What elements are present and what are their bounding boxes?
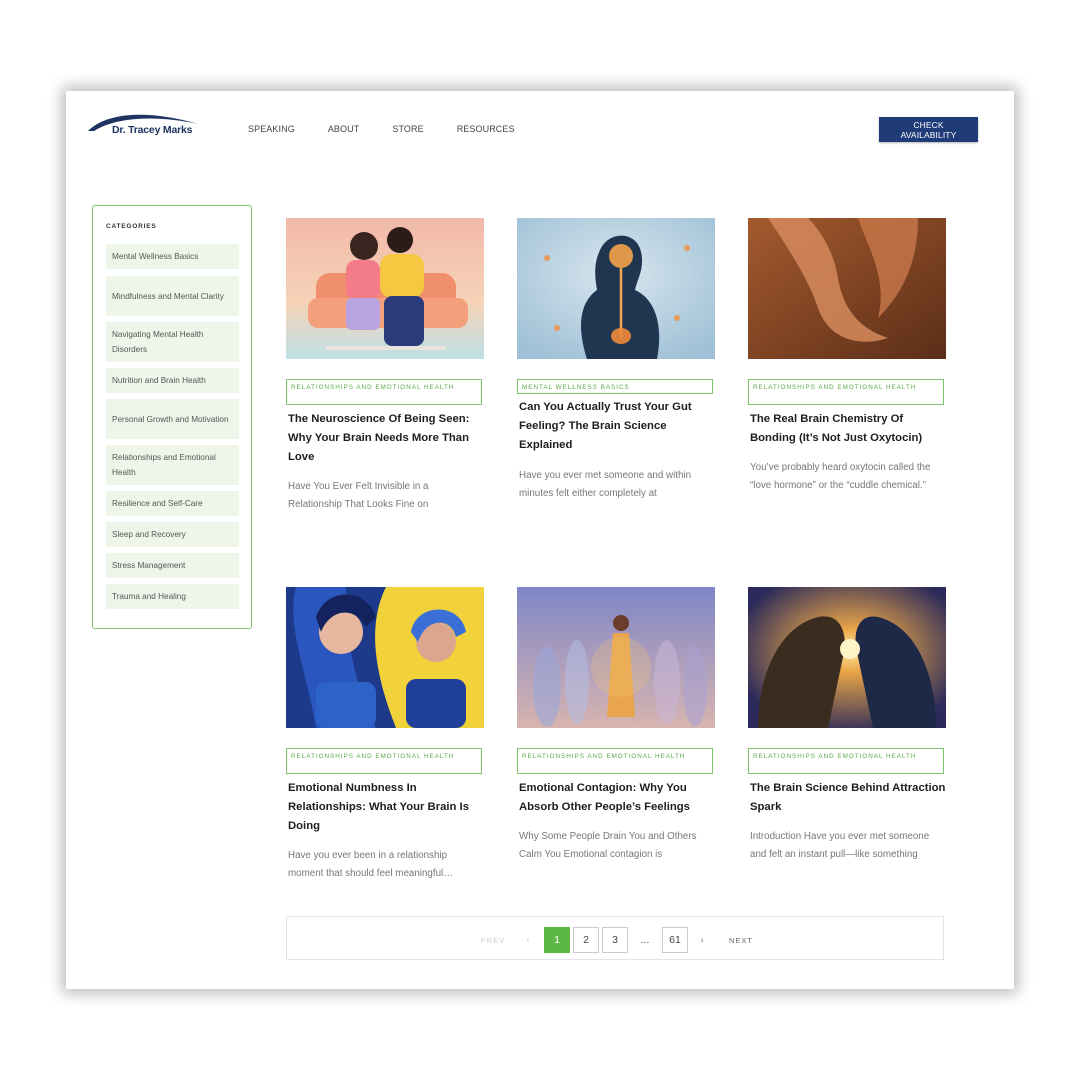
pagination: PREV ‹ 1 2 3 ... 61 › NEXT (286, 916, 944, 960)
post-title[interactable]: The Brain Science Behind Attraction Spar… (750, 779, 946, 817)
post-title[interactable]: Can You Actually Trust Your Gut Feeling?… (519, 398, 715, 455)
page-3-button[interactable]: 3 (602, 927, 628, 953)
pagination-prev[interactable]: PREV (473, 927, 513, 953)
main-nav: SPEAKING ABOUT STORE RESOURCES (248, 124, 548, 134)
post-image-numbness[interactable] (286, 587, 484, 728)
category-personal-growth[interactable]: Personal Growth and Motivation (106, 399, 239, 439)
post-excerpt: Have You Ever Felt Invisible in a Relati… (288, 481, 429, 510)
post-excerpt: Why Some People Drain You and Others Cal… (519, 831, 697, 860)
nav-resources[interactable]: RESOURCES (457, 124, 515, 134)
post-title[interactable]: The Neuroscience Of Being Seen: Why Your… (288, 410, 484, 467)
post-image-attraction[interactable] (748, 587, 946, 728)
post-excerpt: Introduction Have you ever met someone a… (750, 831, 930, 860)
post-category-tag[interactable]: RELATIONSHIPS AND EMOTIONAL HEALTH (748, 379, 944, 405)
post-excerpt: You’ve probably heard oxytocin called th… (750, 462, 931, 491)
category-resilience[interactable]: Resilience and Self-Care (106, 491, 239, 516)
page-2-button[interactable]: 2 (573, 927, 599, 953)
post-category-tag[interactable]: RELATIONSHIPS AND EMOTIONAL HEALTH (517, 748, 713, 774)
post-title[interactable]: Emotional Numbness In Relationships: Wha… (288, 779, 484, 836)
page-1-button[interactable]: 1 (544, 927, 570, 953)
category-trauma[interactable]: Trauma and Healing (106, 584, 239, 609)
nav-speaking[interactable]: SPEAKING (248, 124, 295, 134)
category-sleep[interactable]: Sleep and Recovery (106, 522, 239, 547)
category-stress[interactable]: Stress Management (106, 553, 239, 578)
post-image-couple[interactable] (286, 218, 484, 359)
pagination-ellipsis: ... (640, 934, 650, 946)
nav-store[interactable]: STORE (392, 124, 423, 134)
post-title[interactable]: Emotional Contagion: Why You Absorb Othe… (519, 779, 715, 817)
category-nutrition[interactable]: Nutrition and Brain Health (106, 368, 239, 393)
category-navigating-disorders[interactable]: Navigating Mental Health Disorders (106, 322, 239, 362)
page-frame: Dr. Tracey Marks SPEAKING ABOUT STORE RE… (66, 91, 1014, 989)
post-image-hands[interactable] (748, 218, 946, 359)
post-excerpt: Have you ever been in a relationship mom… (288, 850, 454, 879)
post-image-gut-brain[interactable] (517, 218, 715, 359)
category-relationships[interactable]: Relationships and Emotional Health (106, 445, 239, 485)
site-logo[interactable]: Dr. Tracey Marks (86, 107, 216, 143)
categories-sidebar: CATEGORIES Mental Wellness Basics Mindfu… (92, 205, 252, 629)
pagination-next[interactable]: NEXT (721, 927, 761, 953)
post-category-tag[interactable]: RELATIONSHIPS AND EMOTIONAL HEALTH (286, 748, 482, 774)
post-category-tag[interactable]: RELATIONSHIPS AND EMOTIONAL HEALTH (748, 748, 944, 774)
post-title[interactable]: The Real Brain Chemistry Of Bonding (It’… (750, 410, 946, 448)
post-excerpt: Have you ever met someone and within min… (519, 470, 692, 499)
logo-text: Dr. Tracey Marks (112, 124, 193, 136)
check-availability-button[interactable]: CHECK AVAILABILITY (879, 117, 978, 142)
post-category-tag[interactable]: RELATIONSHIPS AND EMOTIONAL HEALTH (286, 379, 482, 405)
chevron-left-icon[interactable]: ‹ (521, 927, 535, 953)
post-image-contagion[interactable] (517, 587, 715, 728)
nav-about[interactable]: ABOUT (328, 124, 360, 134)
post-category-tag[interactable]: MENTAL WELLNESS BASICS (517, 379, 713, 394)
sidebar-heading: CATEGORIES (106, 223, 157, 230)
chevron-right-icon[interactable]: › (695, 927, 709, 953)
category-mindfulness[interactable]: Mindfulness and Mental Clarity (106, 276, 239, 316)
category-mental-wellness-basics[interactable]: Mental Wellness Basics (106, 244, 239, 269)
page-last-button[interactable]: 61 (662, 927, 688, 953)
